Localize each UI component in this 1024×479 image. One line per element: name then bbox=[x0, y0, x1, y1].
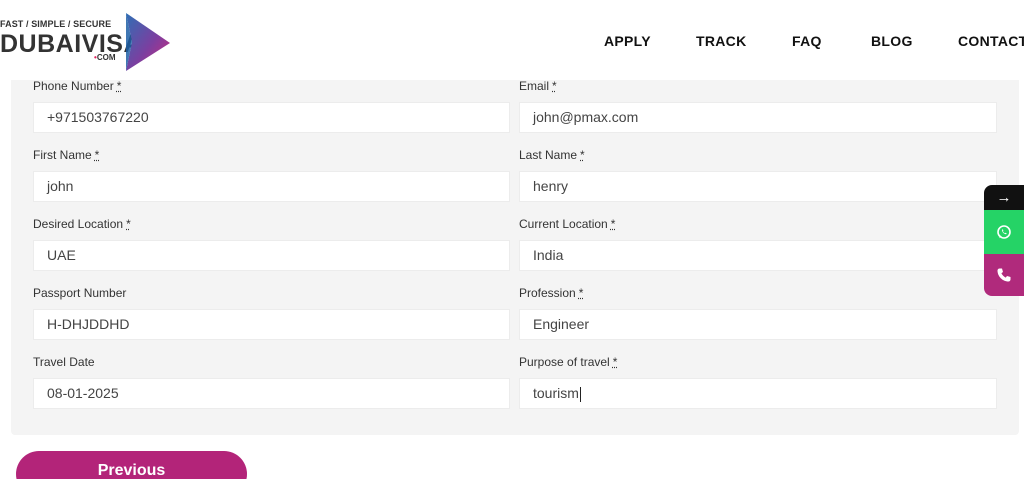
profession-label: Profession * bbox=[519, 286, 584, 300]
passport-number-label: Passport Number bbox=[33, 286, 127, 300]
phone-input[interactable]: +971503767220 bbox=[33, 102, 510, 133]
last-name-input[interactable]: henry bbox=[519, 171, 997, 202]
phone-label: Phone Number * bbox=[33, 79, 122, 93]
text-caret bbox=[579, 386, 581, 402]
logo-domain: •COM bbox=[94, 53, 116, 62]
arrow-right-icon: → bbox=[996, 189, 1012, 206]
nav-contact[interactable]: CONTACT bbox=[958, 33, 1024, 49]
nav-apply[interactable]: APPLY bbox=[604, 33, 651, 49]
first-name-input[interactable]: john bbox=[33, 171, 510, 202]
logo-tagline: FAST / SIMPLE / SECURE bbox=[0, 19, 112, 29]
desired-location-input[interactable]: UAE bbox=[33, 240, 510, 271]
previous-button[interactable]: Previous bbox=[16, 451, 247, 479]
nav-blog[interactable]: BLOG bbox=[871, 33, 913, 49]
whatsapp-button[interactable] bbox=[984, 210, 1024, 254]
travel-date-input[interactable]: 08-01-2025 bbox=[33, 378, 510, 409]
main-nav: APPLY TRACK FAQ BLOG CONTACT bbox=[0, 33, 1024, 49]
purpose-input[interactable]: tourism bbox=[519, 378, 997, 409]
travel-date-label: Travel Date bbox=[33, 355, 95, 369]
passport-number-input[interactable]: H-DHJDDHD bbox=[33, 309, 510, 340]
whatsapp-icon bbox=[997, 225, 1011, 239]
phone-icon bbox=[997, 268, 1011, 282]
first-name-label: First Name * bbox=[33, 148, 100, 162]
nav-faq[interactable]: FAQ bbox=[792, 33, 822, 49]
site-header: FAST / SIMPLE / SECURE DUBAIVISA •COM AP… bbox=[0, 0, 1024, 80]
profession-input[interactable]: Engineer bbox=[519, 309, 997, 340]
email-label: Email * bbox=[519, 79, 557, 93]
purpose-label: Purpose of travel * bbox=[519, 355, 618, 369]
email-input[interactable]: john@pmax.com bbox=[519, 102, 997, 133]
call-button[interactable] bbox=[984, 254, 1024, 296]
current-location-label: Current Location * bbox=[519, 217, 616, 231]
nav-track[interactable]: TRACK bbox=[696, 33, 747, 49]
last-name-label: Last Name * bbox=[519, 148, 585, 162]
side-expand-button[interactable]: → bbox=[984, 185, 1024, 210]
current-location-input[interactable]: India bbox=[519, 240, 997, 271]
desired-location-label: Desired Location * bbox=[33, 217, 131, 231]
